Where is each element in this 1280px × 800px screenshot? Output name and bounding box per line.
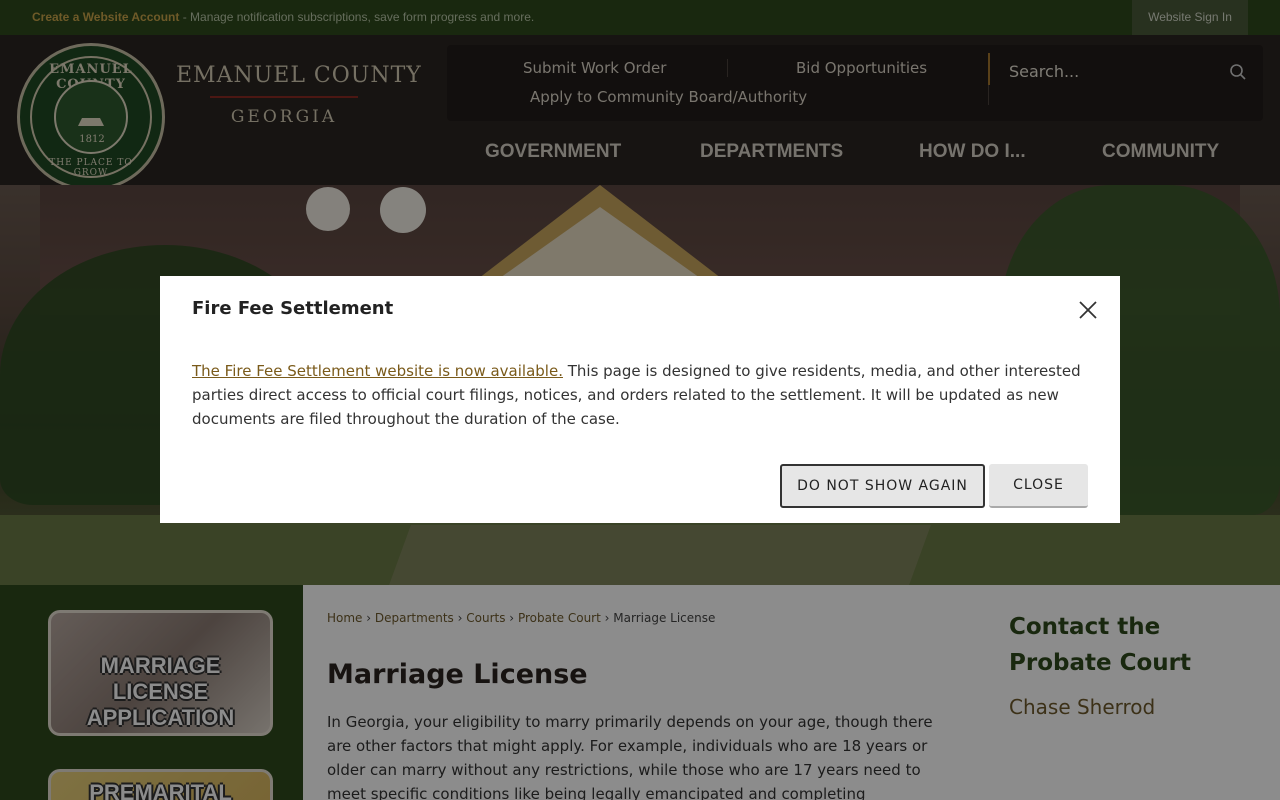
close-button[interactable]: CLOSE (989, 464, 1088, 508)
modal-body: The Fire Fee Settlement website is now a… (192, 359, 1092, 431)
modal-title: Fire Fee Settlement (192, 298, 394, 319)
do-not-show-again-button[interactable]: DO NOT SHOW AGAIN (780, 464, 985, 508)
close-icon[interactable] (1076, 298, 1100, 322)
fire-fee-settlement-modal: Fire Fee Settlement The Fire Fee Settlem… (160, 276, 1120, 523)
fire-fee-settlement-link[interactable]: The Fire Fee Settlement website is now a… (192, 362, 563, 380)
